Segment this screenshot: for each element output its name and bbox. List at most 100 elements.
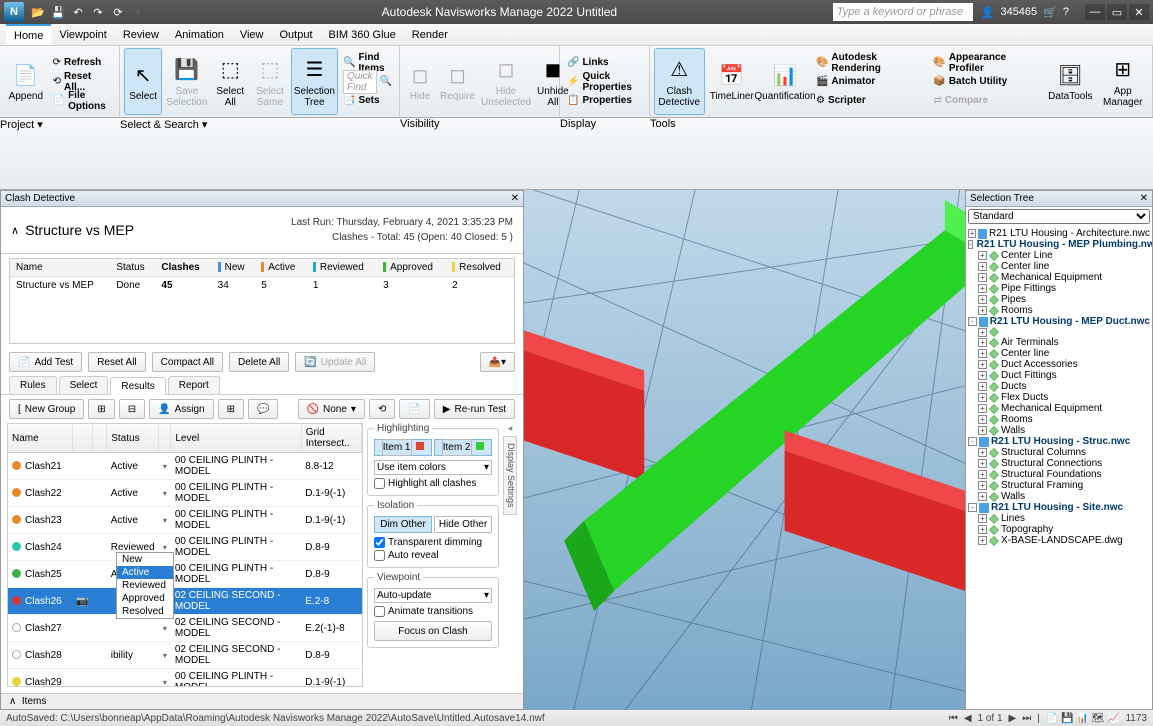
status-dropdown[interactable]: NewActiveReviewedApprovedResolved xyxy=(116,552,174,619)
timeliner-button[interactable]: 📅TimeLiner xyxy=(707,48,757,115)
menu-home[interactable]: Home xyxy=(6,24,51,45)
tree-node[interactable]: +Lines xyxy=(968,513,1150,524)
search-box[interactable]: Type a keyword or phrase xyxy=(833,3,973,21)
tree-node[interactable]: -R21 LTU Housing - Site.nwc xyxy=(968,502,1150,513)
tree-node[interactable]: +Duct Fittings xyxy=(968,370,1150,381)
collapse-icon[interactable]: ∧ xyxy=(11,224,19,237)
qat-refresh-icon[interactable]: ⟳ xyxy=(110,4,126,20)
panel-close-icon[interactable]: ✕ xyxy=(511,193,519,204)
menu-bim 360 glue[interactable]: BIM 360 Glue xyxy=(321,24,404,45)
highlight-all-checkbox[interactable] xyxy=(374,478,385,489)
quick-find-input[interactable]: Quick Find xyxy=(343,70,377,94)
tab-report[interactable]: Report xyxy=(168,376,220,394)
exchange-icon[interactable]: 🛒 xyxy=(1043,6,1057,19)
delete-all-button[interactable]: Delete All xyxy=(229,352,289,372)
tree-close-icon[interactable]: ✕ xyxy=(1140,193,1148,204)
close-button[interactable]: ✕ xyxy=(1129,4,1149,20)
tree-node[interactable]: -R21 LTU Housing - MEP Plumbing.nwc xyxy=(968,239,1150,250)
tree-node[interactable]: +Center Line xyxy=(968,250,1150,261)
transparent-dimming-checkbox[interactable] xyxy=(374,537,385,548)
menu-animation[interactable]: Animation xyxy=(167,24,232,45)
qat-save-icon[interactable]: 💾 xyxy=(50,4,66,20)
tree-node[interactable]: +Mechanical Equipment xyxy=(968,272,1150,283)
nav-last-icon[interactable]: ⏭ xyxy=(1022,713,1031,724)
quick-properties-button[interactable]: ⚡ Quick Properties xyxy=(564,73,645,91)
qat-redo-icon[interactable]: ↷ xyxy=(90,4,106,20)
select-button[interactable]: ↖Select xyxy=(124,48,162,115)
tree-node[interactable]: +Rooms xyxy=(968,414,1150,425)
clash-row[interactable]: Clash24Reviewed▾00 CEILING PLINTH - MODE… xyxy=(8,534,362,561)
tree-mode-select[interactable]: Standard xyxy=(968,209,1150,224)
signin-icon[interactable]: 👤 xyxy=(981,6,995,19)
import-export-button[interactable]: 📤▾ xyxy=(480,352,515,372)
tree-node[interactable]: +Rooms xyxy=(968,305,1150,316)
tree-node[interactable]: -R21 LTU Housing - MEP Duct.nwc xyxy=(968,316,1150,327)
display-settings-tab[interactable]: Display Settings xyxy=(503,436,517,515)
status-option[interactable]: New xyxy=(117,553,173,566)
clash-row[interactable]: Clash27▾02 CEILING SECOND - MODELE.2(-1)… xyxy=(8,615,362,642)
links-button[interactable]: 🔗 Links xyxy=(564,54,645,72)
status-option[interactable]: Reviewed xyxy=(117,579,173,592)
rendering-button[interactable]: 🎨 Autodesk Rendering xyxy=(813,54,928,72)
hide-other-toggle[interactable]: Hide Other xyxy=(434,516,492,533)
rerun-button[interactable]: ▶ Re-run Test xyxy=(434,399,515,419)
tree-node[interactable]: +Walls xyxy=(968,491,1150,502)
tab-select[interactable]: Select xyxy=(59,376,109,394)
tree-node[interactable]: +Walls xyxy=(968,425,1150,436)
append-button[interactable]: 📄Append xyxy=(4,48,48,115)
minimize-button[interactable]: — xyxy=(1085,4,1105,20)
file-options-button[interactable]: 📄 File Options xyxy=(50,92,115,110)
menu-review[interactable]: Review xyxy=(115,24,167,45)
qat-open-icon[interactable]: 📂 xyxy=(30,4,46,20)
menu-output[interactable]: Output xyxy=(272,24,321,45)
tree-node[interactable]: +Structural Framing xyxy=(968,480,1150,491)
quantification-button[interactable]: 📊Quantification xyxy=(759,48,811,115)
filter-button[interactable]: ⊞ xyxy=(218,399,244,419)
tree-node[interactable]: -R21 LTU Housing - Struc.nwc xyxy=(968,436,1150,447)
item2-toggle[interactable]: Item 2 xyxy=(434,439,492,456)
tree-node[interactable]: +Center line xyxy=(968,348,1150,359)
tree-node[interactable]: +Mechanical Equipment xyxy=(968,403,1150,414)
3d-viewport[interactable] xyxy=(524,190,965,710)
refresh-button[interactable]: ⟳ Refresh xyxy=(50,54,115,72)
tree-node[interactable]: +Center line xyxy=(968,261,1150,272)
qat-undo-icon[interactable]: ↶ xyxy=(70,4,86,20)
selection-tree-button[interactable]: ☰Selection Tree xyxy=(291,48,338,115)
dim-other-toggle[interactable]: Dim Other xyxy=(374,516,432,533)
nav-next-icon[interactable]: ▶ xyxy=(1009,713,1017,724)
status-option[interactable]: Resolved xyxy=(117,605,173,618)
appearance-profiler-button[interactable]: 🎨 Appearance Profiler xyxy=(930,54,1043,72)
use-colors-select[interactable]: Use item colors ▾ xyxy=(374,460,492,475)
tree-node[interactable]: +Structural Columns xyxy=(968,447,1150,458)
clash-row[interactable]: Clash23Active▾00 CEILING PLINTH - MODELD… xyxy=(8,507,362,534)
animate-transitions-checkbox[interactable] xyxy=(374,606,385,617)
tree-node[interactable]: +Structural Foundations xyxy=(968,469,1150,480)
reset-all-button[interactable]: Reset All xyxy=(88,352,145,372)
properties-button[interactable]: 📋 Properties xyxy=(564,92,645,110)
comment-button[interactable]: 💬 xyxy=(248,399,278,419)
new-group-button[interactable]: [ New Group xyxy=(9,399,84,419)
tab-results[interactable]: Results xyxy=(110,377,165,395)
status-option[interactable]: Approved xyxy=(117,592,173,605)
tree-node[interactable]: +Pipe Fittings xyxy=(968,283,1150,294)
tree-node[interactable]: + xyxy=(968,327,1150,337)
clash-row[interactable]: Clash21Active▾00 CEILING PLINTH - MODEL8… xyxy=(8,453,362,480)
clash-row[interactable]: Clash26📷▾02 CEILING SECOND - MODELE.2-8 xyxy=(8,588,362,615)
nav-prev-icon[interactable]: ◀ xyxy=(964,713,972,724)
tree-node[interactable]: +X-BASE-LANDSCAPE.dwg xyxy=(968,535,1150,546)
animator-button[interactable]: 🎬 Animator xyxy=(813,73,928,91)
batch-utility-button[interactable]: 📦 Batch Utility xyxy=(930,73,1043,91)
tree-node[interactable]: +Topography xyxy=(968,524,1150,535)
isolate-button[interactable]: ⟲ xyxy=(369,399,395,419)
tree-node[interactable]: +Duct Accessories xyxy=(968,359,1150,370)
reset-all-button[interactable]: ⟲ Reset All... xyxy=(50,73,115,91)
report-button[interactable]: 📄 xyxy=(399,399,429,419)
clash-row[interactable]: Clash29▾00 CEILING PLINTH - MODELD.1-9(-… xyxy=(8,669,362,688)
auto-reveal-checkbox[interactable] xyxy=(374,550,385,561)
clash-detective-button[interactable]: ⚠Clash Detective xyxy=(654,48,705,115)
compact-all-button[interactable]: Compact All xyxy=(152,352,223,372)
group-exp-button[interactable]: ⊞ xyxy=(88,399,114,419)
clash-row[interactable]: Clash25Approved▾00 CEILING PLINTH - MODE… xyxy=(8,561,362,588)
restore-button[interactable]: ▭ xyxy=(1107,4,1127,20)
tree-node[interactable]: +Air Terminals xyxy=(968,337,1150,348)
